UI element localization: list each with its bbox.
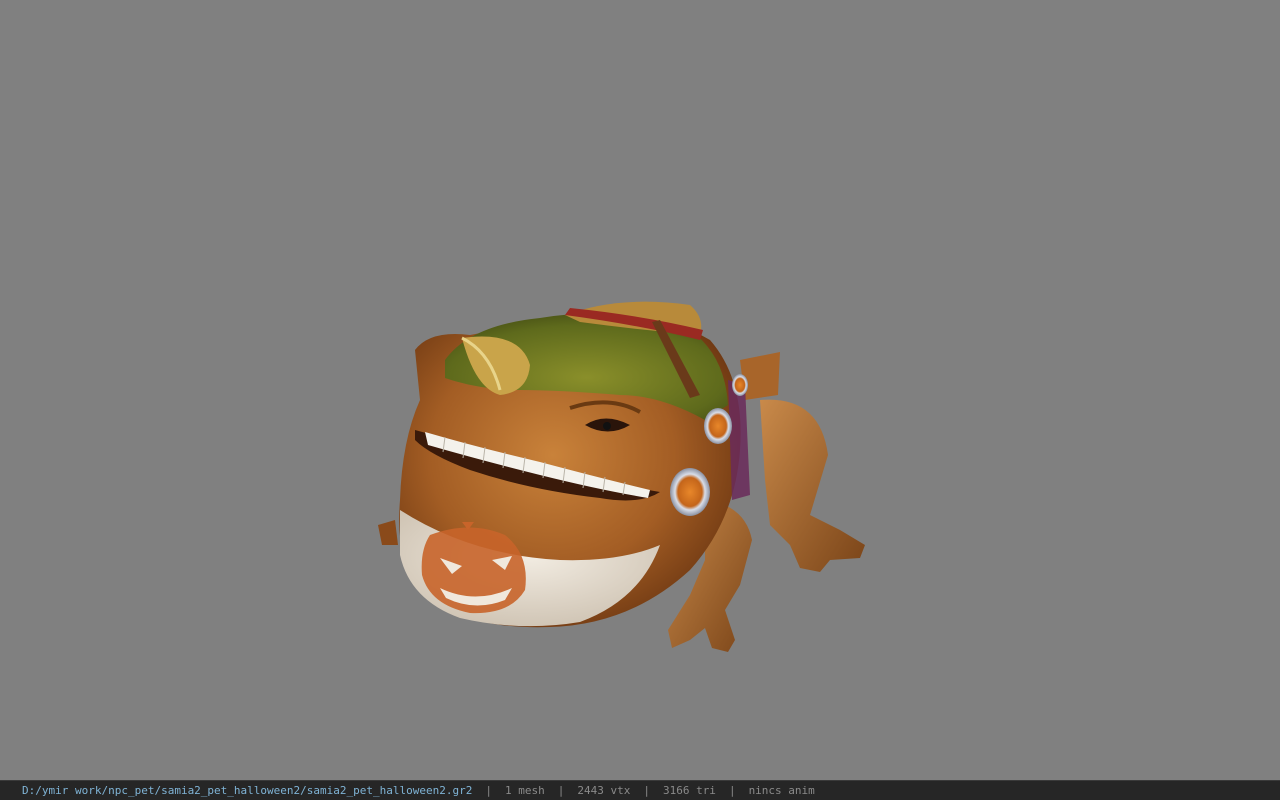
- animation-status: nincs anim: [748, 784, 815, 797]
- separator: |: [728, 784, 736, 797]
- back-leg: [740, 352, 865, 572]
- vertex-count: 2443 vtx: [577, 784, 631, 797]
- model-viewport[interactable]: [0, 0, 1280, 780]
- left-foot: [378, 520, 398, 545]
- file-path: D:/ymir work/npc_pet/samia2_pet_hallowee…: [22, 784, 473, 797]
- separator: |: [557, 784, 565, 797]
- status-bar: D:/ymir work/npc_pet/samia2_pet_hallowee…: [0, 780, 1280, 800]
- mesh-count: 1 mesh: [504, 784, 545, 797]
- separator: |: [643, 784, 650, 797]
- pet-model-render: [378, 301, 865, 652]
- separator: |: [485, 784, 492, 797]
- triangle-count: 3166 tri: [662, 784, 716, 797]
